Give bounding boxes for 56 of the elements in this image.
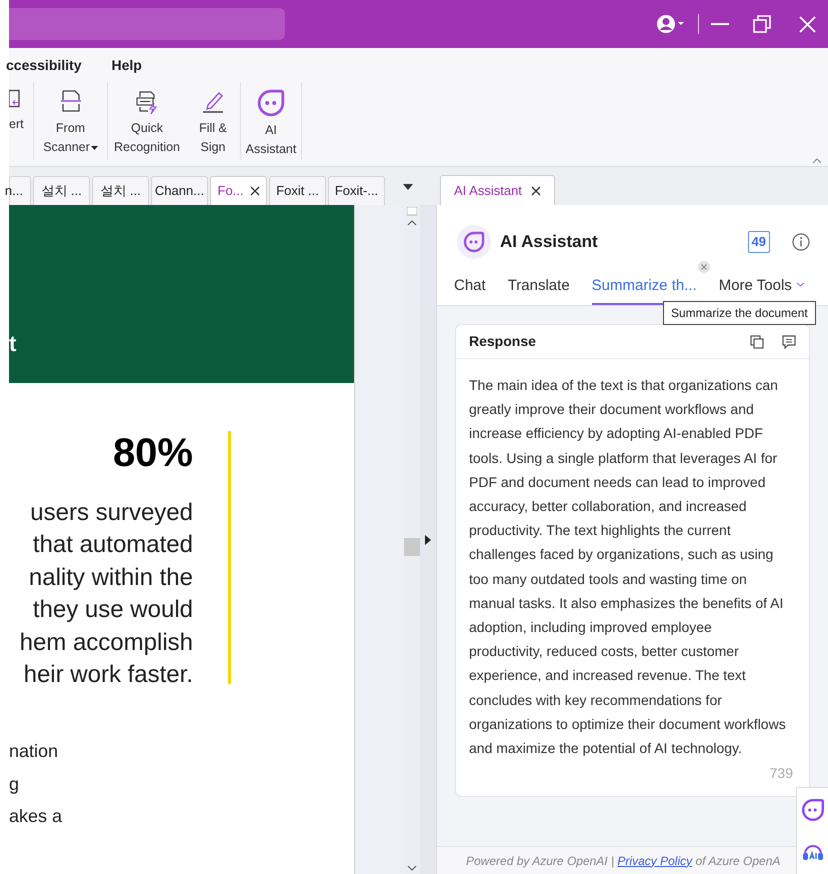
comment-icon[interactable] xyxy=(782,334,796,348)
scrollbar-thumb[interactable] xyxy=(404,538,420,556)
credits-counter: 49 xyxy=(748,231,770,253)
privacy-policy-link[interactable]: Privacy Policy xyxy=(617,854,692,868)
user-account-icon[interactable] xyxy=(656,14,686,34)
document-tab[interactable]: Chann... xyxy=(151,176,208,205)
ribbon-button[interactable]: ert xyxy=(9,83,33,159)
restore-icon[interactable] xyxy=(753,15,771,33)
document-tab[interactable]: 설치 ... xyxy=(33,176,90,205)
ribbon-button[interactable]: Quick Recognition xyxy=(108,83,186,159)
search-field[interactable] xyxy=(9,8,285,40)
copy-icon[interactable] xyxy=(750,334,764,348)
convert-icon xyxy=(9,89,20,108)
quote-line: heir work faster. xyxy=(24,660,193,690)
panel-title: AI Assistant xyxy=(500,231,598,254)
info-icon[interactable] xyxy=(792,233,810,251)
document-tab[interactable]: Foxit-... xyxy=(328,176,385,205)
menu-item[interactable]: ccessibility xyxy=(6,54,82,76)
ribbon-button[interactable]: From Scanner xyxy=(34,83,107,159)
body-text-line: akes a xyxy=(9,805,62,828)
tab-list-caret-icon[interactable] xyxy=(403,184,413,190)
collapse-arrow-icon[interactable] xyxy=(425,534,431,544)
collapse-ribbon-icon[interactable] xyxy=(812,158,822,164)
response-heading: Response xyxy=(469,332,536,351)
quote-line: hem accomplish xyxy=(20,628,193,658)
panel-tab[interactable]: AI Assistant xyxy=(440,175,555,205)
banner-text: t xyxy=(9,333,16,355)
character-count: 739 xyxy=(770,764,793,784)
chevron-down-icon xyxy=(796,282,805,287)
document-tab[interactable]: Fo... xyxy=(210,176,267,205)
tooltip: Summarize the document xyxy=(663,301,816,325)
quote-line: nality within the xyxy=(28,562,193,593)
ribbon-button[interactable]: AI Assistant xyxy=(241,83,301,159)
body-text-line: g xyxy=(9,772,20,796)
close-tab-icon[interactable] xyxy=(250,186,260,196)
panel-tab[interactable]: Chat xyxy=(454,275,486,305)
quote-line: users surveyed xyxy=(30,498,193,528)
pen-icon xyxy=(200,89,226,115)
document-tab[interactable]: Foxit ... xyxy=(269,176,326,205)
ai-assistant-icon xyxy=(255,89,287,117)
stat-figure: 80% xyxy=(112,431,193,475)
quote-line: that automated xyxy=(32,530,193,560)
document-tab[interactable]: 설치 ... xyxy=(92,176,149,205)
ai-assistant-logo-icon xyxy=(457,225,491,259)
body-text-line: nation xyxy=(9,740,58,764)
chat-bot-icon[interactable] xyxy=(800,798,824,822)
ocr-icon xyxy=(134,89,160,115)
scroll-down-icon[interactable] xyxy=(407,864,417,872)
close-tab-icon[interactable] xyxy=(531,186,541,196)
footer-note: Powered by Azure OpenAI | Privacy Policy of Azure OpenA xyxy=(466,852,780,870)
menu-item[interactable]: Help xyxy=(112,54,142,76)
quote-line: they use would xyxy=(32,595,193,626)
ribbon-button[interactable]: Fill & Sign xyxy=(186,83,240,159)
close-icon[interactable] xyxy=(799,16,816,32)
response-text: The main idea of the text is that organizations can greatly improve their document workflows and increase efficiency by adopting AI-enabled PDF tools. Using a single platform that leverages AI for PDF and document needs can lead to improved accuracy, better collaboration, and increased productivity. The text highlights the current challenges faced by organizations, such as using too many outdated tools and wasting time on manual tasks. It also emphasizes the benefits of AI adoption, including improved employee productivity, reduced costs, better customer experience, and increased revenue. The text concludes with key recommendations for organizations to optimize their document workflows and maximize the potential of AI technology. xyxy=(468,376,787,758)
panel-tab[interactable]: Translate xyxy=(508,275,570,305)
